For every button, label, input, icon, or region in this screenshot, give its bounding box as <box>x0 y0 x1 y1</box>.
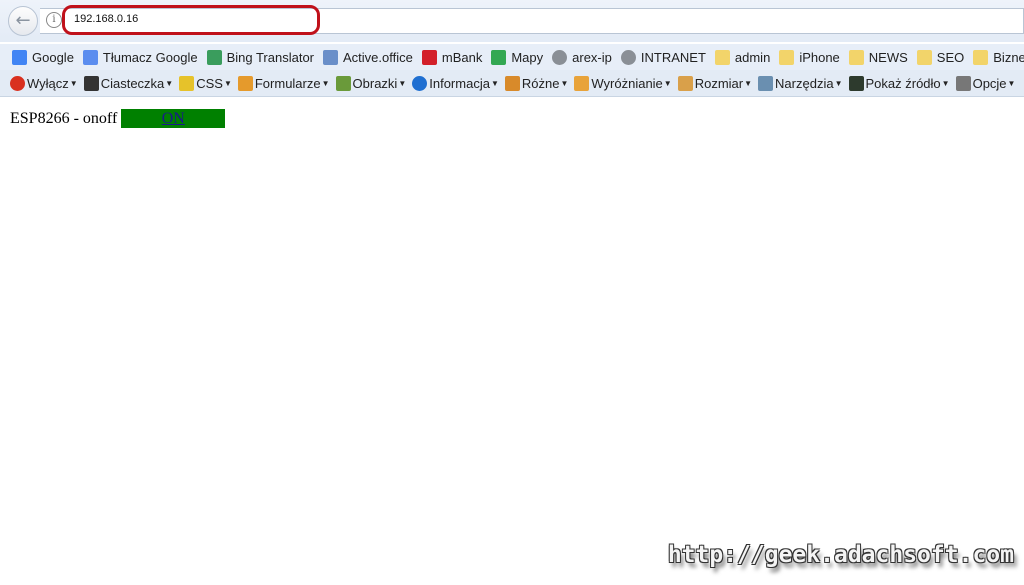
toolbar-menu-obrazki[interactable]: Obrazki ▼ <box>335 75 407 91</box>
bookmark-news[interactable]: NEWS <box>848 49 908 65</box>
folder-icon <box>779 49 795 65</box>
label: Narzędzia <box>775 75 834 91</box>
back-button[interactable]: ← <box>8 6 38 36</box>
label: Mapy <box>511 49 544 65</box>
toolbar-menu-css[interactable]: CSS ▼ <box>179 75 232 91</box>
label: Informacja <box>429 75 490 91</box>
label: INTRANET <box>640 49 706 65</box>
caret-down-icon: ▼ <box>560 78 569 88</box>
tools-icon <box>758 75 774 91</box>
caret-down-icon: ▼ <box>165 78 174 88</box>
folder-icon <box>916 49 932 65</box>
label: Google <box>32 49 74 65</box>
caret-down-icon: ▼ <box>223 78 232 88</box>
google-icon <box>12 49 27 65</box>
bookmark-iphone[interactable]: iPhone <box>779 49 840 65</box>
caret-down-icon: ▼ <box>398 78 407 88</box>
info-icon <box>412 75 428 91</box>
label: Active.office <box>343 49 413 65</box>
folder-icon <box>973 49 989 65</box>
bookmark-t-umacz-google[interactable]: Tłumacz Google <box>82 49 198 65</box>
toolbar-menu-wy-cz[interactable]: Wyłącz ▼ <box>10 75 78 91</box>
bookmarks-bar: Google Tłumacz Google Bing Translator Activ… <box>0 44 1024 70</box>
bookmark-active-office[interactable]: Active.office <box>323 49 413 65</box>
bookmark-bing-translator[interactable]: Bing Translator <box>206 49 315 65</box>
label: Bing Translator <box>226 49 315 65</box>
disable-icon <box>10 75 25 91</box>
mbank-icon <box>421 49 437 65</box>
folder-icon <box>848 49 864 65</box>
maps-icon <box>491 49 507 65</box>
bookmark-mbank[interactable]: mBank <box>421 49 483 65</box>
globe-icon <box>620 49 636 65</box>
label: Tłumacz Google <box>102 49 198 65</box>
clipboard-icon <box>237 75 253 91</box>
bing-translator-icon <box>206 49 222 65</box>
label: Formularze <box>254 75 321 91</box>
navigation-bar: ← i 192.168.0.16 <box>0 0 1024 42</box>
label: arex-ip <box>572 49 612 65</box>
caret-down-icon: ▼ <box>834 78 843 88</box>
caret-down-icon: ▼ <box>941 78 950 88</box>
label: CSS <box>196 75 223 91</box>
label: Opcje <box>972 75 1007 91</box>
label: Wyłącz <box>27 75 69 91</box>
web-developer-toolbar: Wyłącz ▼ Ciasteczka ▼ CSS ▼ Formularze ▼ Obrazki… <box>0 70 1024 97</box>
image-icon <box>335 75 351 91</box>
page-text: ESP8266 - onoff <box>10 109 118 127</box>
wand-icon <box>179 75 195 91</box>
bookmark-biznes[interactable]: Biznes <box>973 49 1024 65</box>
options-icon <box>955 75 971 91</box>
pencil-icon <box>574 75 590 91</box>
bookmark-seo[interactable]: SEO <box>916 49 965 65</box>
on-button[interactable]: ON <box>121 109 226 128</box>
label: mBank <box>441 49 483 65</box>
toolbar-menu-narz-dzia[interactable]: Narzędzia ▼ <box>758 75 843 91</box>
label: Rozmiar <box>694 75 744 91</box>
active-office-icon <box>323 49 339 65</box>
bookmark-admin[interactable]: admin <box>714 49 771 65</box>
translate-icon <box>82 49 98 65</box>
info-icon[interactable]: i <box>46 12 62 28</box>
folder-icon <box>714 49 730 65</box>
cookie-user-icon <box>83 75 99 91</box>
label: Pokaż źródło <box>865 75 941 91</box>
bookmark-google[interactable]: Google <box>12 49 74 65</box>
label: NEWS <box>868 49 908 65</box>
label: Wyróżnianie <box>591 75 663 91</box>
globe-icon <box>552 49 568 65</box>
arrow-left-icon: ← <box>15 10 31 31</box>
label: Ciasteczka <box>100 75 165 91</box>
ruler-icon <box>677 75 693 91</box>
page-content: ESP8266 - onoff ON <box>10 109 226 128</box>
toolbar-menu-opcje[interactable]: Opcje ▼ <box>955 75 1016 91</box>
toolbar-menu-r-ne[interactable]: Różne ▼ <box>504 75 569 91</box>
bookmark-mapy[interactable]: Mapy <box>491 49 544 65</box>
caret-down-icon: ▼ <box>663 78 672 88</box>
label: Obrazki <box>352 75 398 91</box>
label: Różne <box>521 75 560 91</box>
caret-down-icon: ▼ <box>490 78 499 88</box>
label: Biznes <box>993 49 1024 65</box>
caret-down-icon: ▼ <box>744 78 753 88</box>
toolbar-menu-formularze[interactable]: Formularze ▼ <box>237 75 330 91</box>
label: SEO <box>936 49 965 65</box>
bookmark-arex-ip[interactable]: arex-ip <box>552 49 612 65</box>
toolbar-menu-poka-r-d-o[interactable]: Pokaż źródło ▼ <box>848 75 950 91</box>
watermark: http://geek.adachsoft.com <box>667 542 1014 568</box>
toolbar-menu-rozmiar[interactable]: Rozmiar ▼ <box>677 75 753 91</box>
terminal-icon <box>848 75 864 91</box>
caret-down-icon: ▼ <box>1007 78 1016 88</box>
toolbar-menu-informacja[interactable]: Informacja ▼ <box>412 75 499 91</box>
label: admin <box>734 49 771 65</box>
toolbar-menu-wyr-nianie[interactable]: Wyróżnianie ▼ <box>574 75 672 91</box>
book-icon <box>504 75 520 91</box>
url-highlight <box>62 5 320 35</box>
toolbar-menu-ciasteczka[interactable]: Ciasteczka ▼ <box>83 75 174 91</box>
caret-down-icon: ▼ <box>321 78 330 88</box>
caret-down-icon: ▼ <box>69 78 78 88</box>
label: iPhone <box>799 49 840 65</box>
bookmark-intranet[interactable]: INTRANET <box>620 49 706 65</box>
